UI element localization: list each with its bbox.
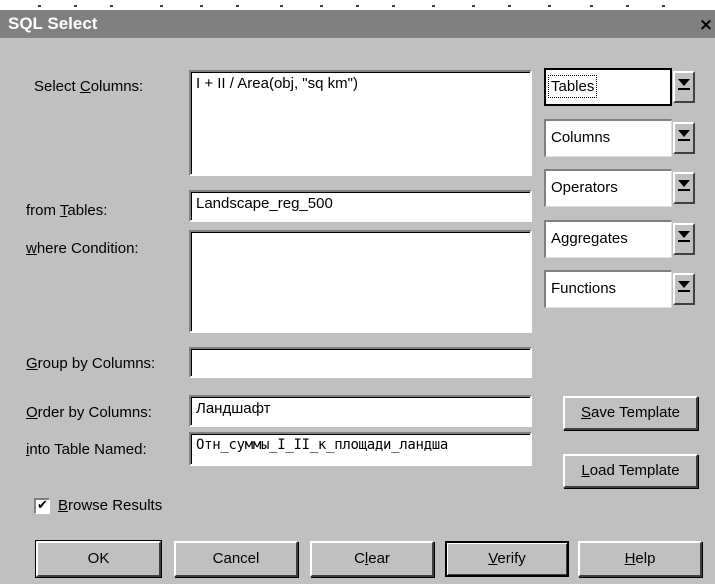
- columns-dropdown[interactable]: Columns: [544, 119, 699, 157]
- from-tables-input[interactable]: Landscape_reg_500: [189, 190, 532, 222]
- select-columns-label: Select Columns:: [34, 78, 144, 95]
- columns-dropdown-value: Columns: [544, 119, 672, 157]
- select-columns-input[interactable]: I + II / Area(obj, "sq km"): [189, 70, 532, 176]
- operators-dropdown-value: Operators: [544, 169, 672, 207]
- aggregates-dropdown[interactable]: Aggregates: [544, 220, 699, 258]
- chevron-down-icon[interactable]: [673, 122, 695, 154]
- functions-dropdown-value: Functions: [544, 270, 672, 308]
- window-title: SQL Select: [8, 14, 98, 33]
- title-bar: SQL Select ×: [0, 10, 715, 38]
- browse-results-checkbox[interactable]: ✔: [34, 498, 50, 514]
- load-template-button[interactable]: Load Template: [563, 454, 698, 488]
- clear-button[interactable]: Clear: [310, 541, 434, 577]
- order-by-input[interactable]: Ландшафт: [189, 395, 532, 427]
- into-table-label: into Table Named:: [26, 441, 147, 458]
- group-by-label: Group by Columns:: [26, 355, 156, 372]
- tables-dropdown[interactable]: Tables: [544, 68, 699, 106]
- verify-button[interactable]: Verify: [445, 541, 569, 577]
- where-condition-input[interactable]: [189, 230, 532, 333]
- cancel-button[interactable]: Cancel: [174, 541, 298, 577]
- operators-dropdown[interactable]: Operators: [544, 169, 699, 207]
- chevron-down-icon[interactable]: [673, 273, 695, 305]
- aggregates-dropdown-value: Aggregates: [544, 220, 672, 258]
- where-condition-label: where Condition:: [26, 240, 139, 257]
- chevron-down-icon[interactable]: [673, 71, 695, 103]
- from-tables-label: from Tables:: [26, 202, 108, 219]
- save-template-button[interactable]: Save Template: [563, 396, 698, 430]
- chevron-down-icon[interactable]: [673, 223, 695, 255]
- close-icon[interactable]: ×: [695, 14, 715, 36]
- help-button[interactable]: Help: [578, 541, 702, 577]
- into-table-input[interactable]: Отн_суммы_I_II_к_площади_ландша: [189, 432, 532, 466]
- group-by-input[interactable]: [189, 347, 532, 378]
- chevron-down-icon[interactable]: [673, 172, 695, 204]
- dotted-top-border: [0, 0, 715, 10]
- tables-dropdown-value: Tables: [544, 68, 672, 106]
- ok-button[interactable]: OK: [35, 540, 162, 578]
- functions-dropdown[interactable]: Functions: [544, 270, 699, 308]
- order-by-label: Order by Columns:: [26, 404, 152, 421]
- browse-results-label[interactable]: Browse Results: [58, 497, 162, 514]
